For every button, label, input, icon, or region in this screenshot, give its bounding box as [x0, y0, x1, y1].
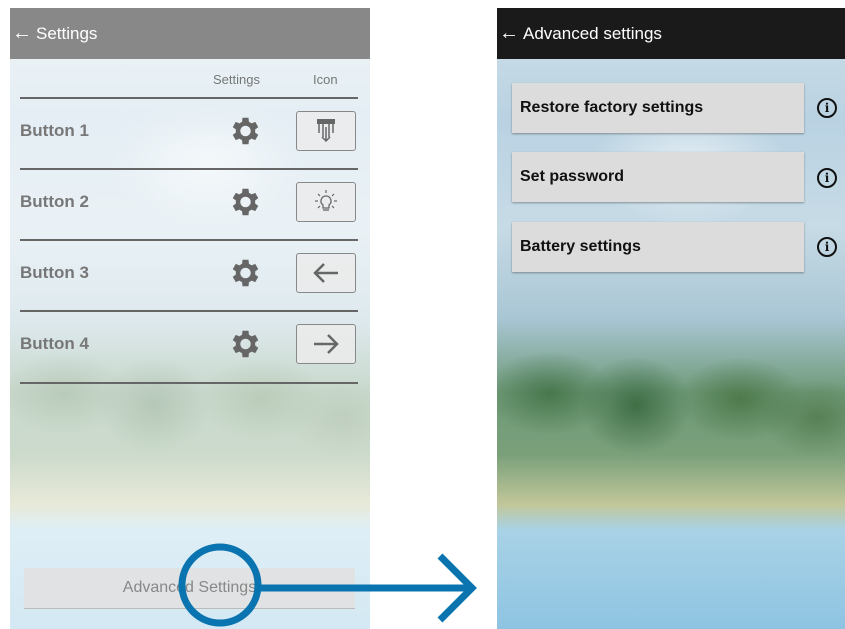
menu-item-label: Battery settings [520, 238, 641, 255]
roller-shutter-down-icon[interactable] [296, 111, 356, 151]
battery-settings-button[interactable]: Battery settings [512, 222, 804, 272]
column-header-icon: Icon [313, 72, 338, 87]
back-arrow-icon[interactable]: ← [10, 22, 32, 45]
column-header-settings: Settings [213, 72, 260, 87]
divider [20, 382, 358, 384]
restore-factory-settings-button[interactable]: Restore factory settings [512, 83, 804, 133]
button-row-4: Button 4 [20, 310, 358, 382]
button-row-1: Button 1 [20, 97, 358, 169]
set-password-button[interactable]: Set password [512, 152, 804, 202]
menu-item-label: Set password [520, 168, 625, 185]
info-icon[interactable]: i [817, 168, 837, 188]
app-bar: ← Advanced settings [497, 8, 845, 59]
button-row-2: Button 2 [20, 168, 358, 240]
gear-icon[interactable] [226, 326, 262, 362]
app-bar: ← Settings [10, 8, 370, 59]
row-label: Button 4 [20, 334, 89, 353]
button-row-3: Button 3 [20, 239, 358, 311]
advanced-settings-button[interactable]: Advanced Settings [24, 568, 355, 609]
row-label: Button 1 [20, 121, 89, 140]
settings-screen: ← Settings Settings Icon Button 1 Button… [10, 8, 370, 629]
pointer-arrowhead [437, 553, 477, 623]
page-title: Advanced settings [523, 23, 662, 43]
row-label: Button 3 [20, 263, 89, 282]
page-title: Settings [36, 23, 98, 43]
gear-icon[interactable] [226, 255, 262, 291]
arrow-left-icon[interactable] [296, 253, 356, 293]
arrow-right-icon[interactable] [296, 324, 356, 364]
column-headers: Settings Icon [10, 72, 370, 92]
info-icon[interactable]: i [817, 237, 837, 257]
menu-item-label: Restore factory settings [520, 99, 704, 116]
gear-icon[interactable] [226, 184, 262, 220]
gear-icon[interactable] [226, 113, 262, 149]
advanced-settings-screen: ← Advanced settings Restore factory sett… [497, 8, 845, 629]
row-label: Button 2 [20, 192, 89, 211]
info-icon[interactable]: i [817, 98, 837, 118]
light-bulb-icon[interactable] [296, 182, 356, 222]
back-arrow-icon[interactable]: ← [497, 22, 519, 45]
